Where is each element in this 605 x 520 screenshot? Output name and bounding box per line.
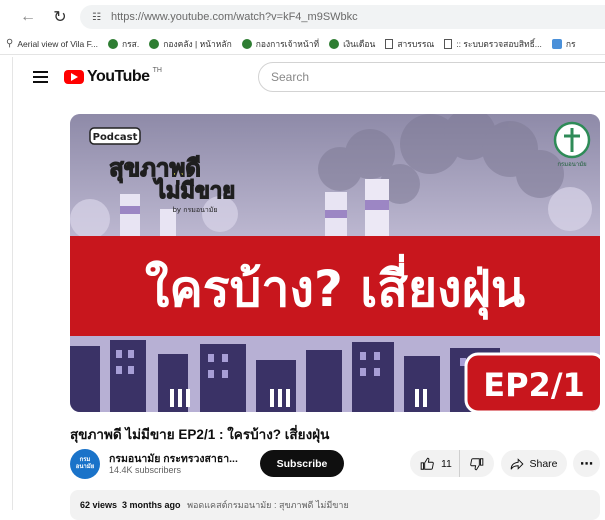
podcast-badge: Podcast	[93, 132, 138, 143]
bookmark-item[interactable]: :: ระบบตรวจสอบสิทธิ์...	[444, 37, 542, 51]
site-info-icon[interactable]: ☷	[92, 12, 101, 23]
image-icon	[551, 38, 562, 49]
video-thumbnail: ใครบ้าง? เสี่ยงฝุ่น EP2/1 Podcast สุขภาพ…	[70, 114, 600, 412]
green-circle-icon	[149, 38, 160, 49]
thumbs-down-icon	[470, 457, 484, 470]
bookmark-item[interactable]: กองคลัง | หน้าหลัก	[149, 37, 232, 51]
upload-age: 3 months ago	[122, 500, 181, 510]
channel-avatar[interactable]: กรม อนามัย	[70, 449, 100, 479]
episode-badge: EP2/1	[483, 366, 585, 404]
search-icon: ⚲	[6, 38, 14, 49]
share-label: Share	[529, 457, 558, 470]
more-actions-button[interactable]: ⋯	[573, 450, 600, 477]
back-button[interactable]: ←	[14, 3, 42, 31]
video-title: สุขภาพดี ไม่มีขาย EP2/1 : ใครบ้าง? เสี่ย…	[70, 427, 330, 442]
dislike-button[interactable]	[460, 457, 494, 471]
document-icon	[444, 38, 453, 49]
bookmark-item[interactable]: กองการเจ้าหน้าที่	[241, 37, 319, 51]
view-count: 62 views	[80, 500, 118, 510]
green-circle-icon	[241, 38, 252, 49]
bookmarks-bar: ⚲ Aerial view of Vila F... กรส. กองคลัง |…	[0, 33, 605, 55]
subscriber-count: 14.4K subscribers	[109, 465, 182, 475]
bookmark-item[interactable]: กรส.	[107, 37, 139, 51]
avatar-text: กรม	[79, 457, 91, 463]
thumbnail-headline: ใครบ้าง? เสี่ยงฝุ่น	[145, 254, 525, 320]
reload-button[interactable]: ↻	[46, 3, 74, 31]
like-count: 11	[441, 457, 452, 470]
masthead: YouTube TH Search	[13, 57, 605, 97]
browser-toolbar: ← ↻ ☷ https://www.youtube.com/watch?v=kF…	[0, 0, 605, 33]
arrow-left-icon: ←	[20, 8, 36, 25]
show-tagline: by กรมอนามัย	[172, 206, 217, 214]
avatar-text: อนามัย	[75, 464, 95, 470]
video-player[interactable]: ใครบ้าง? เสี่ยงฝุ่น EP2/1 Podcast สุขภาพ…	[70, 114, 600, 412]
reload-icon: ↻	[53, 9, 67, 26]
bookmark-item[interactable]: ⚲ Aerial view of Vila F...	[6, 38, 98, 49]
green-circle-icon	[107, 38, 118, 49]
thumbs-up-icon	[420, 457, 434, 470]
green-circle-icon	[329, 38, 340, 49]
share-icon	[511, 457, 524, 470]
more-icon: ⋯	[580, 455, 593, 471]
owner-row: กรม อนามัย กรมอนามัย กระทรวงสาธา... 14.4K…	[70, 449, 600, 485]
bookmark-item[interactable]: กร	[551, 37, 576, 51]
org-logo-label: กรมอนามัย	[557, 161, 586, 168]
share-button[interactable]: Share	[501, 450, 567, 477]
like-dislike-group: 11	[410, 450, 494, 477]
bookmark-item[interactable]: สารบรรณ	[385, 37, 434, 51]
show-name-line2: ไม่มีขาย	[153, 177, 235, 204]
address-bar[interactable]: ☷ https://www.youtube.com/watch?v=kF4_m9…	[80, 5, 605, 29]
url-text: https://www.youtube.com/watch?v=kF4_m9SW…	[110, 11, 358, 23]
play-logo-icon	[64, 70, 84, 84]
document-icon	[385, 38, 394, 49]
description-tags: พอดแคสต์กรมอนามัย : สุขภาพดี ไม่มีขาย	[187, 500, 349, 510]
youtube-page: YouTube TH Search ใครบ้าง? เสี่ยงฝุ่น EP…	[12, 57, 605, 520]
like-button[interactable]: 11	[410, 450, 460, 477]
description-box[interactable]: 62 views 3 months ago พอดแคสต์กรมอนามัย …	[70, 490, 600, 520]
youtube-logo[interactable]: YouTube TH	[64, 66, 162, 88]
bookmark-item[interactable]: เงินเดือน	[329, 37, 375, 51]
search-input[interactable]: Search	[258, 62, 605, 92]
menu-icon[interactable]	[33, 71, 48, 83]
search-placeholder: Search	[271, 70, 310, 84]
subscribe-button[interactable]: Subscribe	[260, 450, 344, 477]
